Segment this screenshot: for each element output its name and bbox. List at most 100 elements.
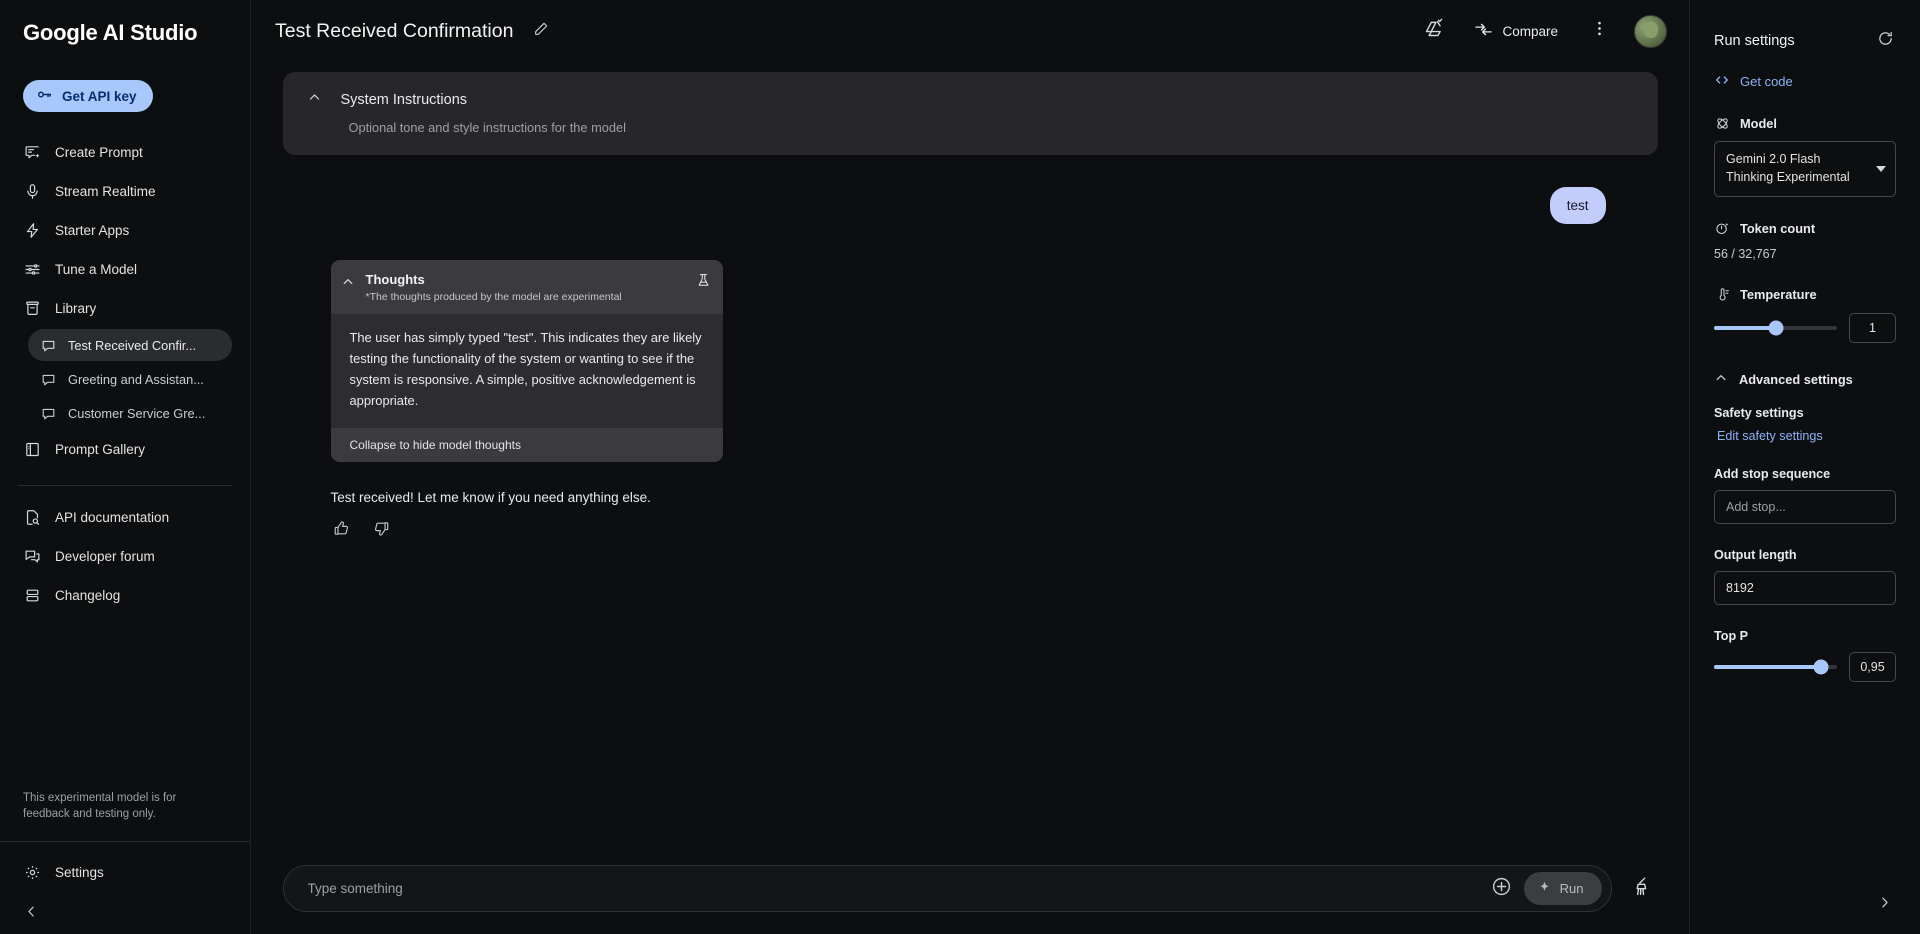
sidebar-library-label-0: Test Received Confir... <box>68 338 196 353</box>
sidebar-item-starter-apps[interactable]: Starter Apps <box>0 212 250 248</box>
run-settings-header: Run settings <box>1714 12 1896 70</box>
code-brackets-icon <box>1714 72 1730 91</box>
chevron-left-icon <box>24 904 39 924</box>
main-content: Test Received Confirmation <box>251 0 1689 934</box>
thoughts-collapse-footer[interactable]: Collapse to hide model thoughts <box>331 428 723 462</box>
system-instructions-header: System Instructions <box>305 90 1636 110</box>
sidebar-item-api-documentation[interactable]: API documentation <box>0 499 250 535</box>
thumbs-down-button[interactable] <box>368 517 396 545</box>
edit-safety-settings-link[interactable]: Edit safety settings <box>1717 429 1896 443</box>
plus-circle-icon <box>1491 876 1512 902</box>
sidebar-item-changelog[interactable]: Changelog <box>0 577 250 613</box>
sidebar-label-prompt-gallery: Prompt Gallery <box>55 442 145 457</box>
sidebar-item-tune-a-model[interactable]: Tune a Model <box>0 251 250 287</box>
sidebar-label-developer-forum: Developer forum <box>55 549 155 564</box>
sidebar-label-create-prompt: Create Prompt <box>55 145 143 160</box>
sidebar-divider <box>18 485 232 486</box>
model-answer-text: Test received! Let me know if you need a… <box>283 490 1658 505</box>
chat-bubble-icon <box>41 372 56 387</box>
microphone-icon <box>23 182 41 200</box>
input-dock-inner: Run <box>283 865 1658 912</box>
top-p-slider-row: 0,95 <box>1714 652 1896 682</box>
system-instructions-collapse-button[interactable] <box>305 90 325 110</box>
sidebar-spacer <box>0 616 250 790</box>
compare-button[interactable]: Compare <box>1468 15 1564 47</box>
advanced-settings-toggle[interactable]: Advanced settings <box>1714 371 1896 388</box>
run-settings-footer <box>1690 876 1920 934</box>
conversation-scroll-area: System Instructions Optional tone and st… <box>251 62 1689 865</box>
sidebar-label-api-documentation: API documentation <box>55 510 169 525</box>
thumbs-down-icon <box>373 520 390 542</box>
chevron-up-icon <box>341 275 355 294</box>
add-attachment-button[interactable] <box>1487 874 1517 904</box>
run-settings-panel: Run settings Get code <box>1689 0 1920 934</box>
sidebar-label-starter-apps: Starter Apps <box>55 223 129 238</box>
sidebar-label-changelog: Changelog <box>55 588 120 603</box>
top-p-slider[interactable] <box>1714 657 1837 677</box>
get-api-key-button[interactable]: Get API key <box>23 80 153 112</box>
chevron-up-icon <box>307 90 322 110</box>
app-brand: Google AI Studio <box>0 0 250 58</box>
top-p-value-input[interactable]: 0,95 <box>1849 652 1896 682</box>
model-select[interactable]: Gemini 2.0 Flash Thinking Experimental <box>1714 141 1896 197</box>
thoughts-header[interactable]: Thoughts *The thoughts produced by the m… <box>331 260 723 314</box>
sidebar-library-item-greeting[interactable]: Greeting and Assistan... <box>28 363 232 395</box>
prompt-input[interactable] <box>308 881 1487 896</box>
sidebar-library-item-customer-service[interactable]: Customer Service Gre... <box>28 397 232 429</box>
sidebar-item-settings[interactable]: Settings <box>0 850 250 894</box>
thumbs-up-button[interactable] <box>328 517 356 545</box>
thoughts-header-text: Thoughts *The thoughts produced by the m… <box>366 271 685 303</box>
sidebar-item-developer-forum[interactable]: Developer forum <box>0 538 250 574</box>
get-api-key-label: Get API key <box>62 89 137 104</box>
create-prompt-icon <box>23 143 41 161</box>
sidebar-collapse-button[interactable] <box>0 894 250 934</box>
sidebar-item-stream-realtime[interactable]: Stream Realtime <box>0 173 250 209</box>
output-length-input[interactable] <box>1714 571 1896 605</box>
top-p-label: Top P <box>1714 629 1896 643</box>
top-bar: Test Received Confirmation <box>251 0 1689 62</box>
drive-save-button[interactable] <box>1418 16 1448 46</box>
more-vertical-icon <box>1590 19 1609 43</box>
lightning-icon <box>23 221 41 239</box>
thoughts-experimental-note: *The thoughts produced by the model are … <box>366 291 685 303</box>
compare-label: Compare <box>1502 24 1558 39</box>
sidebar-library-item-test-received[interactable]: Test Received Confir... <box>28 329 232 361</box>
slider-thumb[interactable] <box>1768 320 1783 335</box>
changelog-icon <box>23 586 41 604</box>
feedback-row <box>283 517 1658 545</box>
temperature-value-input[interactable]: 1 <box>1849 313 1896 343</box>
sidebar-item-create-prompt[interactable]: Create Prompt <box>0 134 250 170</box>
token-count-label: Token count <box>1740 221 1815 236</box>
flask-icon <box>696 273 711 293</box>
conversation-inner: System Instructions Optional tone and st… <box>283 62 1658 545</box>
slider-thumb[interactable] <box>1814 659 1829 674</box>
temperature-slider-row: 1 <box>1714 313 1896 343</box>
chat-bubble-icon <box>41 406 56 421</box>
more-options-button[interactable] <box>1584 16 1614 46</box>
tune-sliders-icon <box>23 260 41 278</box>
thoughts-card: Thoughts *The thoughts produced by the m… <box>331 260 723 462</box>
sidebar-label-tune-a-model: Tune a Model <box>55 262 137 277</box>
refresh-icon <box>1877 30 1894 52</box>
chevron-right-icon <box>1877 895 1892 915</box>
reset-settings-button[interactable] <box>1874 30 1896 52</box>
broom-icon <box>1632 876 1653 902</box>
get-code-button[interactable]: Get code <box>1714 72 1896 91</box>
edit-title-button[interactable] <box>529 19 553 43</box>
prompt-input-container[interactable]: Run <box>283 865 1612 912</box>
clear-chat-button[interactable] <box>1628 874 1658 904</box>
avatar[interactable] <box>1634 15 1667 48</box>
library-box-icon <box>23 299 41 317</box>
system-instructions-card[interactable]: System Instructions Optional tone and st… <box>283 72 1658 155</box>
sidebar-item-library[interactable]: Library <box>0 290 250 326</box>
sidebar-item-prompt-gallery[interactable]: Prompt Gallery <box>0 431 250 467</box>
run-button[interactable]: Run <box>1524 872 1602 905</box>
expand-panel-button[interactable] <box>1872 893 1896 917</box>
stop-sequence-input[interactable] <box>1714 490 1896 524</box>
sidebar-library-label-2: Customer Service Gre... <box>68 406 205 421</box>
token-count-value: 56 / 32,767 <box>1714 247 1896 261</box>
thoughts-wrapper: Thoughts *The thoughts produced by the m… <box>283 260 1658 462</box>
temperature-label: Temperature <box>1740 287 1817 302</box>
temperature-slider[interactable] <box>1714 318 1837 338</box>
input-dock: Run <box>251 865 1689 934</box>
